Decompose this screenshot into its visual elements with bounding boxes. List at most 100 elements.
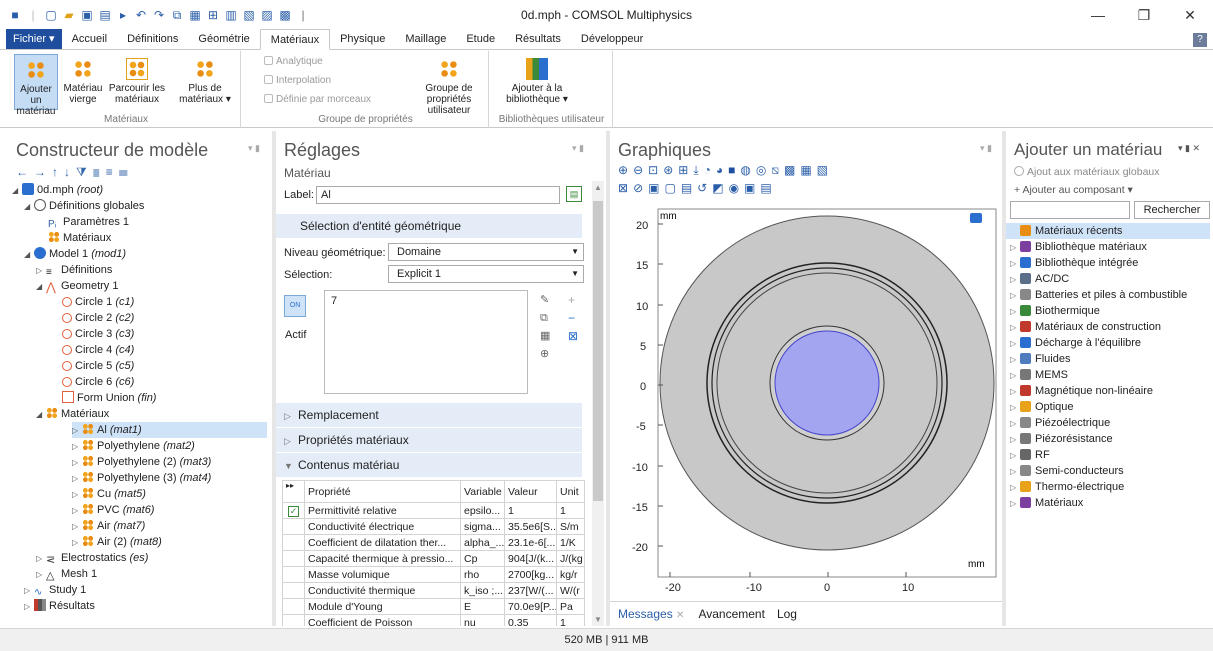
section-replacement[interactable]: ▷ Remplacement <box>276 403 582 427</box>
duplicate-icon[interactable]: ⊞ <box>206 8 220 22</box>
select-boundary-icon[interactable]: ▢ <box>664 181 680 195</box>
row-check-cell[interactable] <box>282 598 305 615</box>
zoom-box-icon[interactable]: ⊡ <box>648 163 663 177</box>
section-material-properties[interactable]: ▷ Propriétés matériaux <box>276 428 582 452</box>
section-geometric-selection[interactable]: Sélection d'entité géométrique <box>276 214 582 238</box>
add-material-button[interactable]: Ajouter un matériau <box>14 54 58 117</box>
collapse-arrow-icon[interactable]: ▷ <box>36 263 46 279</box>
expand-arrow-icon[interactable]: ◢ <box>36 279 46 295</box>
panel-menu-icon[interactable]: ▾ ▮ ✕ <box>1178 143 1200 154</box>
tree-node-mat6[interactable]: ▷ PVC (mat6) <box>72 502 154 518</box>
help-icon[interactable]: ? <box>1193 33 1207 47</box>
color-icon[interactable]: ◩ <box>712 181 728 195</box>
new-file-icon[interactable]: ▢ <box>44 8 58 22</box>
panel-menu-icon[interactable]: ▾ ▮ <box>572 143 584 154</box>
delete-icon[interactable]: ▥ <box>224 8 238 22</box>
row-check-cell[interactable] <box>282 518 305 535</box>
row-check-cell[interactable] <box>282 582 305 599</box>
hide-icon[interactable]: ⊘ <box>633 181 648 195</box>
tab-developer[interactable]: Développeur <box>571 29 653 49</box>
collapse-arrow-icon[interactable]: ▷ <box>72 519 82 535</box>
scroll-up-icon[interactable]: ▲ <box>594 183 602 192</box>
collapse-icon[interactable]: ≡ <box>106 165 119 179</box>
run-icon[interactable]: ▸ <box>116 8 130 22</box>
list-item[interactable]: ▷ Semi-conducteurs <box>1006 463 1210 479</box>
close-button[interactable]: ✕ <box>1167 0 1213 30</box>
tab-materials[interactable]: Matériaux <box>259 29 331 50</box>
list-item[interactable]: ▷ Matériaux <box>1006 495 1210 511</box>
zoom-in-icon[interactable]: ⊕ <box>618 163 633 177</box>
collapse-arrow-icon[interactable]: ▷ <box>36 551 46 567</box>
tree-node-mat8[interactable]: ▷ Air (2) (mat8) <box>72 534 162 550</box>
expand-arrow-icon[interactable]: ◢ <box>24 199 34 215</box>
row-check-cell[interactable] <box>282 614 305 626</box>
scrollbar-thumb[interactable] <box>593 201 603 501</box>
tab-file[interactable]: Fichier ▾ <box>6 29 62 49</box>
select-box-icon[interactable]: ⊠ <box>618 181 633 195</box>
list-item[interactable]: ▷ Décharge à l'équilibre <box>1006 335 1210 351</box>
select-domain-icon[interactable]: ▣ <box>648 181 664 195</box>
user-property-group-button[interactable]: Groupe de propriétés utilisateur <box>409 54 489 116</box>
tree-node-global-defs[interactable]: ◢ Définitions globales <box>24 198 144 214</box>
maximize-button[interactable]: ❐ <box>1121 0 1167 30</box>
expand-arrow-icon[interactable]: ▷ <box>1010 352 1020 368</box>
table-row[interactable]: ✓ Permittivité relative epsilo... 1 1 <box>282 502 585 519</box>
collapse-arrow-icon[interactable]: ▷ <box>72 503 82 519</box>
expand-arrow-icon[interactable]: ▷ <box>1010 336 1020 352</box>
expand-arrow-icon[interactable]: ◢ <box>24 247 34 263</box>
cell-value[interactable]: 904[J/(k... <box>504 550 557 567</box>
list-item[interactable]: ▷ Matériaux de construction <box>1006 319 1210 335</box>
piecewise-button[interactable]: Définie par morceaux <box>264 94 371 105</box>
table-row[interactable]: Coefficient de Poisson nu 0.35 1 <box>282 614 585 626</box>
tree-node-geometry[interactable]: ◢ ⋀ Geometry 1 <box>36 278 118 294</box>
print-icon[interactable]: ▧ <box>817 163 833 177</box>
table-row[interactable]: Coefficient de dilatation ther... alpha_… <box>282 534 585 551</box>
material-search-input[interactable] <box>1010 201 1130 219</box>
redo-icon[interactable]: ↷ <box>152 8 166 22</box>
forward-icon[interactable]: → <box>34 165 52 179</box>
cell-value[interactable]: 237[W/(... <box>504 582 557 599</box>
tab-definitions[interactable]: Définitions <box>117 29 188 49</box>
expand-arrow-icon[interactable]: ▷ <box>1010 304 1020 320</box>
panel-menu-icon[interactable]: ▾ ▮ <box>980 143 992 154</box>
cell-value[interactable]: 70.0e9[P... <box>504 598 557 615</box>
expand-arrow-icon[interactable]: ▷ <box>1010 432 1020 448</box>
wireframe-icon[interactable]: ◔ <box>704 163 716 177</box>
tree-node-circle6[interactable]: Circle 6 (c6) <box>62 374 134 390</box>
collapse-arrow-icon[interactable]: ▷ <box>72 455 82 471</box>
open-folder-icon[interactable]: ▰ <box>62 8 76 22</box>
down-icon[interactable]: ↓ <box>64 165 76 179</box>
cell-value[interactable]: 35.5e6[S... <box>504 518 557 535</box>
list-item[interactable]: ▷ Piézoélectrique <box>1006 415 1210 431</box>
lighting-icon[interactable]: ◎ <box>756 163 771 177</box>
list-item[interactable]: ▷ Batteries et piles à combustible <box>1006 287 1210 303</box>
collapse-arrow-icon[interactable]: ▷ <box>72 535 82 551</box>
selection-list[interactable]: 7 <box>324 290 528 394</box>
tree-node-mat2[interactable]: ▷ Polyethylene (mat2) <box>72 438 195 454</box>
tree-node-mat1[interactable]: ▷ Al (mat1) <box>72 422 267 438</box>
list-item[interactable]: ▷ MEMS <box>1006 367 1210 383</box>
axis-icon[interactable]: ⤓ <box>693 163 703 177</box>
expand-arrow-icon[interactable]: ▷ <box>1010 448 1020 464</box>
tree-node-model1[interactable]: ◢ Model 1 (mod1) <box>24 246 126 262</box>
cell-value[interactable]: 0.35 <box>504 614 557 626</box>
tree-node-form-union[interactable]: Form Union (fin) <box>62 390 156 406</box>
table-row[interactable]: Masse volumique rho 2700[kg... kg/r <box>282 566 585 583</box>
tree-node-circle2[interactable]: Circle 2 (c2) <box>62 310 134 326</box>
transparency-icon[interactable]: ◍ <box>740 163 755 177</box>
tree-node-materials[interactable]: ◢ Matériaux <box>36 406 109 422</box>
table-row[interactable]: Capacité thermique à pressio... Cp 904[J… <box>282 550 585 567</box>
collapse-arrow-icon[interactable]: ▷ <box>72 423 82 439</box>
collapse-arrow-icon[interactable]: ▷ <box>24 583 34 599</box>
zoom-selected-icon[interactable]: ⊛ <box>663 163 678 177</box>
blank-material-button[interactable]: Matériau vierge <box>62 54 104 105</box>
image-export-icon[interactable]: ▦ <box>800 163 816 177</box>
paste-icon[interactable]: ▦ <box>188 8 202 22</box>
view-cube-icon[interactable] <box>970 213 982 223</box>
table-row[interactable]: Module d'Young E 70.0e9[P... Pa <box>282 598 585 615</box>
qa-dropdown-icon[interactable]: | <box>296 8 310 22</box>
list-item[interactable]: Matériaux récents <box>1006 223 1210 239</box>
tree-node-mat4[interactable]: ▷ Polyethylene (3) (mat4) <box>72 470 211 486</box>
selection-select[interactable]: Explicit 1 ▼ <box>388 265 584 283</box>
select-point-icon[interactable]: ▤ <box>681 181 697 195</box>
